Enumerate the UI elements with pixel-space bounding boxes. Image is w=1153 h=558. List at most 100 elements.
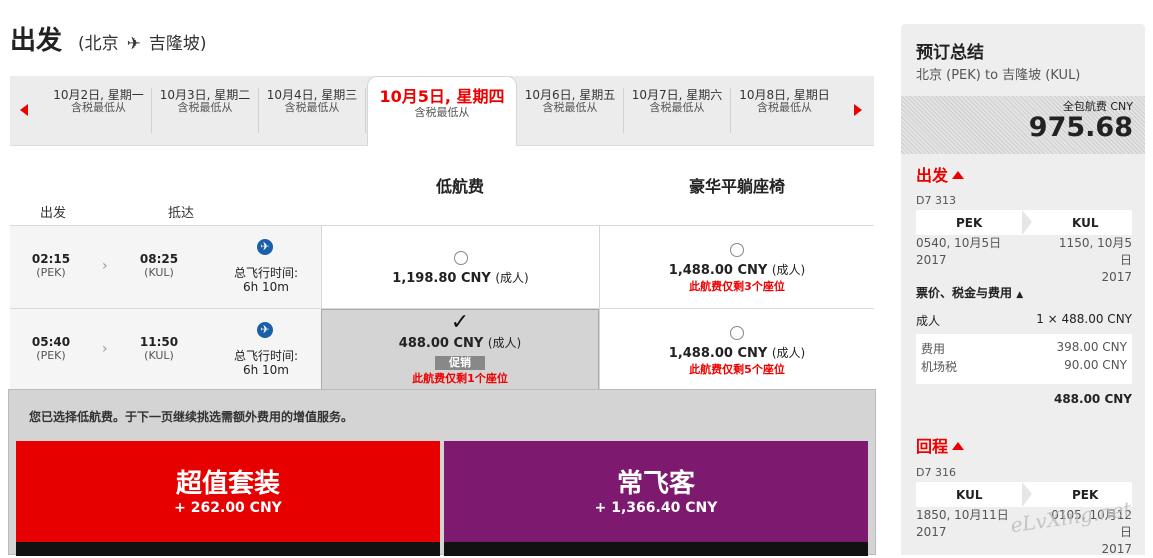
premium-fare-option-2[interactable]: 1,488.00 CNY (成人) 此航费仅剩5个座位 (599, 309, 874, 391)
frequent-flyer-button[interactable]: 常飞客 + 1,366.40 CNY (444, 441, 868, 556)
flight-selection-panel: 出发 (北京 ✈ 吉隆坡) 10月2日, 星期一 含税最低从 10月3日, 星期二 含税… (0, 0, 880, 556)
date-label: 10月4日, 星期三 (266, 88, 358, 102)
date-carousel: 10月2日, 星期一 含税最低从 10月3日, 星期二 含税最低从 10月4日, 星… (10, 76, 874, 146)
route-text: (北京 ✈ 吉隆坡) (74, 29, 211, 54)
adult-calc: 1 × 488.00 CNY (1036, 312, 1132, 326)
pkg-footer (16, 542, 440, 556)
airline-logo-icon: ✈ (257, 322, 273, 338)
pkg-name: 常飞客 (616, 469, 695, 499)
promo-badge: 促销 (435, 356, 485, 370)
duration-cell: 总飞行时间: 6h 10m (233, 266, 299, 294)
flight-row-2: 05:40 (PEK) › 11:50 (KUL) ✈ 总飞行时间: 6h 10m ✓… (10, 309, 874, 391)
date-tab-selected[interactable]: 10月5日, 星期四 含税最低从 (367, 76, 517, 146)
arr-cell: 08:25 (KUL) (139, 252, 179, 279)
outbound-arr-time: 1150, 10月5日 2017 (1058, 236, 1132, 284)
outbound-airports: PEK KUL (916, 210, 1132, 235)
outbound-flight-number: D7 313 (916, 194, 956, 207)
fee-label: 费用 (921, 342, 946, 356)
dep-cell: 05:40 (PEK) (31, 335, 71, 362)
summary-title: 预订总结 (916, 43, 984, 63)
to-code: PEK (1072, 488, 1099, 502)
column-depart: 出发 (40, 206, 67, 221)
date-tab-7[interactable]: 10月8日, 星期日 含税最低从 (731, 88, 838, 133)
fares-section-toggle[interactable]: 票价、税金与费用 ▲ (916, 284, 1023, 301)
outbound-section-toggle[interactable]: 出发 (916, 162, 965, 186)
return-flight-number: D7 316 (916, 466, 956, 479)
prev-dates-arrow-icon[interactable] (20, 104, 28, 116)
fare-radio[interactable] (730, 326, 744, 340)
subtotal: 488.00 CNY (1053, 392, 1132, 406)
date-sub: 含税最低从 (71, 101, 126, 114)
booking-summary: 预订总结 北京 (PEK) to 吉隆坡 (KUL) 全包航费 CNY 975.… (901, 24, 1145, 556)
value-pack-button[interactable]: 超值套装 + 262.00 CNY (16, 441, 440, 556)
chevron-right-icon: › (102, 341, 108, 357)
low-fare-option-1[interactable]: 1,198.80 CNY (成人) (321, 226, 599, 308)
page-header: 出发 (北京 ✈ 吉隆坡) (10, 20, 211, 57)
date-sub: 含税最低从 (542, 101, 598, 114)
return-section-toggle[interactable]: 回程 (916, 433, 965, 457)
date-sub: 含税最低从 (757, 101, 812, 114)
page-title: 出发 (10, 26, 63, 56)
pkg-name: 超值套装 (175, 469, 280, 499)
date-label: 10月5日, 星期四 (379, 87, 505, 106)
duration-cell: 总飞行时间: 6h 10m (233, 349, 299, 377)
date-sub: 含税最低从 (284, 101, 340, 114)
route-arrow-icon (1022, 210, 1032, 235)
fare-breakdown: 费用 398.00 CNY 机场税 90.00 CNY (916, 334, 1132, 384)
from-code: KUL (956, 488, 983, 502)
checkmark-icon: ✓ (450, 310, 470, 335)
dep-cell: 02:15 (PEK) (31, 252, 71, 279)
date-tab-5[interactable]: 10月6日, 星期五 含税最低从 (517, 88, 624, 133)
return-dep-time: 1850, 10月11日 2017 (916, 508, 1009, 539)
date-sub: 含税最低从 (414, 106, 470, 119)
column-low-fare: 低航费 (436, 177, 485, 196)
seats-warning: 此航费仅剩1个座位 (412, 372, 508, 385)
from-code: PEK (956, 216, 983, 230)
next-dates-arrow-icon[interactable] (854, 104, 862, 116)
premium-fare-option-1[interactable]: 1,488.00 CNY (成人) 此航费仅剩3个座位 (599, 226, 874, 308)
fee-value: 398.00 CNY (1056, 340, 1128, 354)
fare-radio[interactable] (453, 251, 468, 265)
date-label: 10月2日, 星期一 (53, 88, 144, 102)
airline-logo-icon: ✈ (257, 239, 273, 255)
to-code: KUL (1072, 216, 1099, 230)
selection-message: 您已选择低航费。于下一页继续挑选需额外费用的增值服务。 (29, 410, 354, 424)
date-tab-2[interactable]: 10月3日, 星期二 含税最低从 (152, 88, 259, 133)
low-fare-option-selected[interactable]: ✓ 488.00 CNY (成人) 促销 此航费仅剩1个座位 (321, 309, 599, 391)
seats-warning: 此航费仅剩5个座位 (689, 363, 785, 376)
date-tab-1[interactable]: 10月2日, 星期一 含税最低从 (46, 88, 152, 133)
column-arrive: 抵达 (168, 206, 195, 221)
origin-city: (北京 (78, 34, 119, 54)
date-label: 10月3日, 星期二 (159, 88, 251, 102)
date-label: 10月7日, 星期六 (631, 88, 723, 102)
chevron-right-icon: › (102, 258, 108, 274)
fare-radio[interactable] (730, 243, 744, 257)
tax-value: 90.00 CNY (1064, 358, 1127, 372)
pkg-price: + 1,366.40 CNY (594, 500, 718, 516)
date-tab-3[interactable]: 10月4日, 星期三 含税最低从 (259, 88, 366, 133)
flight-row-1: 02:15 (PEK) › 08:25 (KUL) ✈ 总飞行时间: 6h 10m 1… (10, 226, 874, 308)
column-premium: 豪华平躺座椅 (689, 177, 786, 196)
collapse-arrow-icon (952, 442, 965, 450)
collapse-arrow-icon (952, 171, 965, 179)
date-label: 10月8日, 星期日 (739, 88, 830, 102)
date-label: 10月6日, 星期五 (524, 88, 616, 102)
total-amount: 975.68 (1028, 112, 1133, 143)
arr-cell: 11:50 (KUL) (139, 335, 179, 362)
seats-warning: 此航费仅剩3个座位 (689, 280, 785, 293)
collapse-arrow-icon: ▲ (1016, 290, 1024, 300)
summary-route: 北京 (PEK) to 吉隆坡 (KUL) (916, 68, 1081, 83)
selection-box: 您已选择低航费。于下一页继续挑选需额外费用的增值服务。 超值套装 + 262.0… (8, 389, 876, 556)
date-tab-6[interactable]: 10月7日, 星期六 含税最低从 (624, 88, 731, 133)
tax-label: 机场税 (921, 360, 958, 374)
plane-icon: ✈ (126, 34, 141, 54)
destination-city: 吉隆坡) (148, 34, 207, 54)
outbound-dep-time: 0540, 10月5日 2017 (916, 236, 1002, 267)
pkg-price: + 262.00 CNY (174, 500, 282, 516)
pkg-footer (444, 542, 868, 556)
date-sub: 含税最低从 (649, 101, 705, 114)
adult-label: 成人 (916, 314, 941, 328)
total-box: 全包航费 CNY 975.68 (901, 96, 1145, 154)
date-sub: 含税最低从 (177, 101, 233, 114)
route-arrow-icon (1022, 482, 1032, 507)
